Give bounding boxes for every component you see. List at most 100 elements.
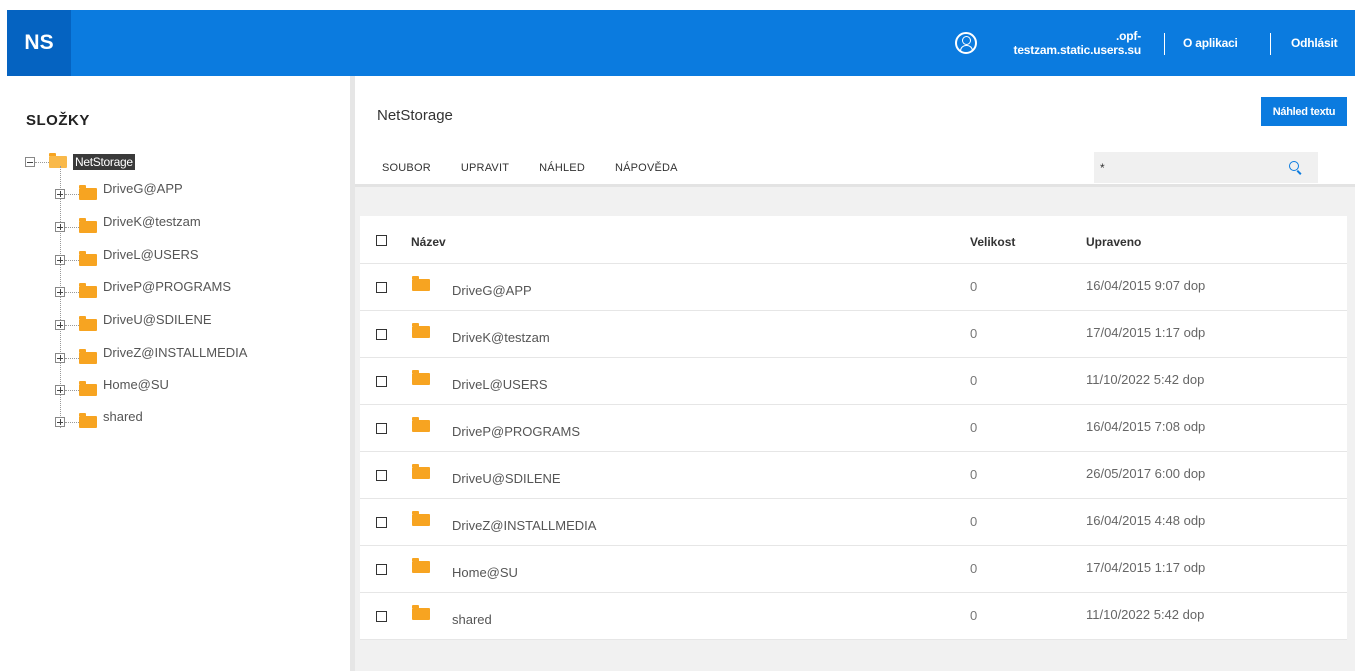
column-size-header[interactable]: Velikost [970,235,1015,249]
tree-connector [65,291,79,293]
file-modified: 11/10/2022 5:42 dop [1086,372,1205,387]
user-name: .opf- testzam.static.users.su [991,29,1142,57]
folder-icon [412,370,430,385]
folder-icon [79,283,97,298]
tree-connector [65,357,79,359]
search-input[interactable] [1094,152,1284,183]
table-row[interactable]: Home@SU 0 17/04/2015 1:17 odp [360,546,1347,593]
table-row[interactable]: DriveU@SDILENE 0 26/05/2017 6:00 dop [360,452,1347,499]
row-checkbox[interactable] [376,329,387,340]
select-all-checkbox[interactable] [376,235,387,246]
tree-item-label[interactable]: DriveK@testzam [103,214,201,229]
tree-item-drivek[interactable]: DriveK@testzam [55,214,201,237]
tree-item-label[interactable]: DriveP@PROGRAMS [103,279,231,294]
app-header: NS .opf- testzam.static.users.su O aplik… [7,10,1355,76]
about-link[interactable]: O aplikaci [1183,10,1238,76]
page-title: NetStorage [377,107,453,124]
column-name-header[interactable]: Název [411,235,446,249]
file-name[interactable]: DriveP@PROGRAMS [452,424,580,439]
menu-help[interactable]: NÁPOVĚDA [615,162,678,174]
folder-icon [79,218,97,233]
expand-toggle-icon[interactable] [55,222,65,232]
table-row[interactable]: DriveZ@INSTALLMEDIA 0 16/04/2015 4:48 od… [360,499,1347,546]
text-preview-button[interactable]: Náhled textu [1261,97,1347,126]
expand-toggle-icon[interactable] [55,255,65,265]
file-table: Název Velikost Upraveno DriveG@APP 0 16/… [360,216,1347,640]
tree-item-label[interactable]: DriveZ@INSTALLMEDIA [103,345,247,360]
file-name[interactable]: DriveK@testzam [452,330,550,345]
row-checkbox[interactable] [376,564,387,575]
user-line-2: testzam.static.users.su [1013,43,1142,57]
menu-file[interactable]: SOUBOR [382,162,431,174]
tree-item-label[interactable]: DriveU@SDILENE [103,312,212,327]
file-size: 0 [970,561,978,576]
table-row[interactable]: DriveL@USERS 0 11/10/2022 5:42 dop [360,358,1347,405]
table-row[interactable]: DriveP@PROGRAMS 0 16/04/2015 7:08 odp [360,405,1347,452]
tree-item-label[interactable]: Home@SU [103,377,169,392]
tree-connector [65,259,79,261]
collapse-toggle-icon[interactable] [25,157,35,167]
search-icon[interactable] [1289,161,1299,171]
column-modified-header[interactable]: Upraveno [1086,235,1141,249]
file-size: 0 [970,420,978,435]
row-checkbox[interactable] [376,376,387,387]
tree-item-drivel[interactable]: DriveL@USERS [55,247,199,270]
row-checkbox[interactable] [376,282,387,293]
folder-icon [412,464,430,479]
folder-icon [412,511,430,526]
user-line-1: .opf- [1116,29,1141,43]
expand-toggle-icon[interactable] [55,320,65,330]
tree-item-driveu[interactable]: DriveU@SDILENE [55,312,212,335]
main-panel: NetStorage Náhled textu SOUBOR UPRAVIT N… [355,76,1355,671]
folder-icon [412,605,430,620]
row-checkbox[interactable] [376,517,387,528]
user-info: .opf- testzam.static.users.su [955,10,1141,76]
table-row[interactable]: DriveK@testzam 0 17/04/2015 1:17 odp [360,311,1347,358]
tree-item-driveg[interactable]: DriveG@APP [55,181,183,204]
folders-sidebar: SLOŽKY NetStorage DriveG@APP DriveK@test… [7,76,350,671]
tree-root-label[interactable]: NetStorage [73,154,135,170]
file-name[interactable]: shared [452,612,492,627]
file-modified: 16/04/2015 9:07 dop [1086,278,1206,293]
folder-icon [79,413,97,428]
folder-icon [412,323,430,338]
app-logo[interactable]: NS [7,10,71,76]
file-name[interactable]: DriveU@SDILENE [452,471,561,486]
header-separator [1270,33,1271,55]
file-name[interactable]: DriveL@USERS [452,377,548,392]
row-checkbox[interactable] [376,423,387,434]
file-name[interactable]: DriveZ@INSTALLMEDIA [452,518,596,533]
menu-view[interactable]: NÁHLED [539,162,585,174]
tree-connector [65,226,79,228]
row-checkbox[interactable] [376,470,387,481]
tree-item-home[interactable]: Home@SU [55,377,169,400]
logout-link[interactable]: Odhlásit [1291,10,1338,76]
tree-item-drivep[interactable]: DriveP@PROGRAMS [55,279,231,302]
user-icon [955,32,977,54]
tree-item-label[interactable]: DriveG@APP [103,181,183,196]
file-size: 0 [970,514,978,529]
row-checkbox[interactable] [376,611,387,622]
expand-toggle-icon[interactable] [55,287,65,297]
tree-item-label[interactable]: shared [103,409,143,424]
folder-icon [412,276,430,291]
file-name[interactable]: DriveG@APP [452,283,532,298]
tree-root-netstorage[interactable]: NetStorage [25,152,135,172]
menu-edit[interactable]: UPRAVIT [461,162,509,174]
file-modified: 11/10/2022 5:42 dop [1086,607,1205,622]
file-name[interactable]: Home@SU [452,565,518,580]
expand-toggle-icon[interactable] [55,353,65,363]
expand-toggle-icon[interactable] [55,189,65,199]
tree-item-drivez[interactable]: DriveZ@INSTALLMEDIA [55,345,247,368]
file-size: 0 [970,373,978,388]
tree-connector [65,389,79,391]
folder-open-icon [49,153,67,168]
table-row[interactable]: shared 0 11/10/2022 5:42 dop [360,593,1347,640]
table-row[interactable]: DriveG@APP 0 16/04/2015 9:07 dop [360,264,1347,311]
expand-toggle-icon[interactable] [55,385,65,395]
tree-item-shared[interactable]: shared [55,409,143,432]
file-size: 0 [970,326,978,341]
tree-connector [35,161,49,163]
expand-toggle-icon[interactable] [55,417,65,427]
tree-item-label[interactable]: DriveL@USERS [103,247,199,262]
